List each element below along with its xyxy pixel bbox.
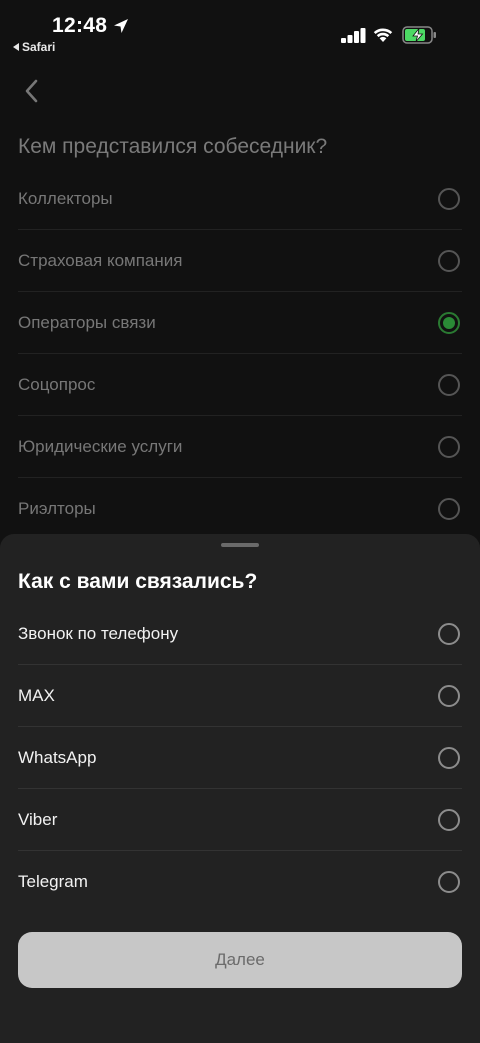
- sheet-title: Как с вами связались?: [18, 570, 258, 593]
- radio-button[interactable]: [438, 373, 460, 396]
- radio-button[interactable]: [438, 808, 460, 831]
- battery-charging-icon: [402, 26, 436, 44]
- sheet-drag-handle[interactable]: [221, 543, 259, 547]
- status-bar: 12:48 Safari: [0, 0, 480, 60]
- option-label: Риэлторы: [18, 498, 96, 518]
- next-button[interactable]: Далее: [18, 932, 462, 988]
- option-label: Операторы связи: [18, 312, 156, 332]
- contact-method-sheet: Как с вами связались? Звонок по телефону…: [0, 534, 480, 1043]
- option-label: Коллекторы: [18, 188, 113, 208]
- option-realtors[interactable]: Риэлторы: [18, 478, 462, 540]
- radio-button[interactable]: [438, 622, 460, 645]
- option-phone-call[interactable]: Звонок по телефону: [18, 603, 462, 665]
- option-label: MAX: [18, 685, 55, 705]
- page-title: Кем представился собеседник?: [18, 135, 328, 158]
- option-collectors[interactable]: Коллекторы: [18, 168, 462, 230]
- screen: 12:48 Safari Кем представился собеседник: [0, 0, 480, 1043]
- back-to-app-link[interactable]: Safari: [13, 40, 55, 54]
- option-telegram[interactable]: Telegram: [18, 851, 462, 913]
- option-label: WhatsApp: [18, 747, 97, 767]
- option-telecom-operators[interactable]: Операторы связи: [18, 292, 462, 354]
- option-viber[interactable]: Viber: [18, 789, 462, 851]
- radio-button[interactable]: [438, 435, 460, 458]
- contact-method-list: Звонок по телефону MAX WhatsApp Viber Te…: [0, 603, 480, 913]
- cellular-signal-icon: [341, 28, 366, 43]
- radio-button[interactable]: [438, 497, 460, 520]
- option-label: Telegram: [18, 872, 88, 891]
- option-label: Звонок по телефону: [18, 623, 179, 643]
- option-label: Страховая компания: [18, 250, 183, 270]
- back-chevron-icon[interactable]: [20, 78, 44, 104]
- radio-button[interactable]: [438, 746, 460, 769]
- option-label: Юридические услуги: [18, 436, 183, 456]
- back-triangle-icon: [13, 43, 19, 51]
- option-whatsapp[interactable]: WhatsApp: [18, 727, 462, 789]
- radio-button[interactable]: [438, 249, 460, 272]
- radio-button[interactable]: [438, 187, 460, 210]
- status-time: 12:48: [52, 14, 108, 37]
- option-label: Соцопрос: [18, 374, 96, 394]
- option-label: Viber: [18, 809, 58, 829]
- radio-button-selected[interactable]: [438, 311, 460, 334]
- back-app-label: Safari: [22, 40, 56, 54]
- option-legal-services[interactable]: Юридические услуги: [18, 416, 462, 478]
- option-max[interactable]: MAX: [18, 665, 462, 727]
- option-insurance-company[interactable]: Страховая компания: [18, 230, 462, 292]
- representative-options-list: Коллекторы Страховая компания Операторы …: [0, 168, 480, 540]
- radio-button[interactable]: [438, 684, 460, 707]
- option-survey[interactable]: Соцопрос: [18, 354, 462, 416]
- location-arrow-icon: [114, 19, 128, 33]
- radio-button[interactable]: [438, 871, 460, 893]
- wifi-icon: [373, 28, 393, 42]
